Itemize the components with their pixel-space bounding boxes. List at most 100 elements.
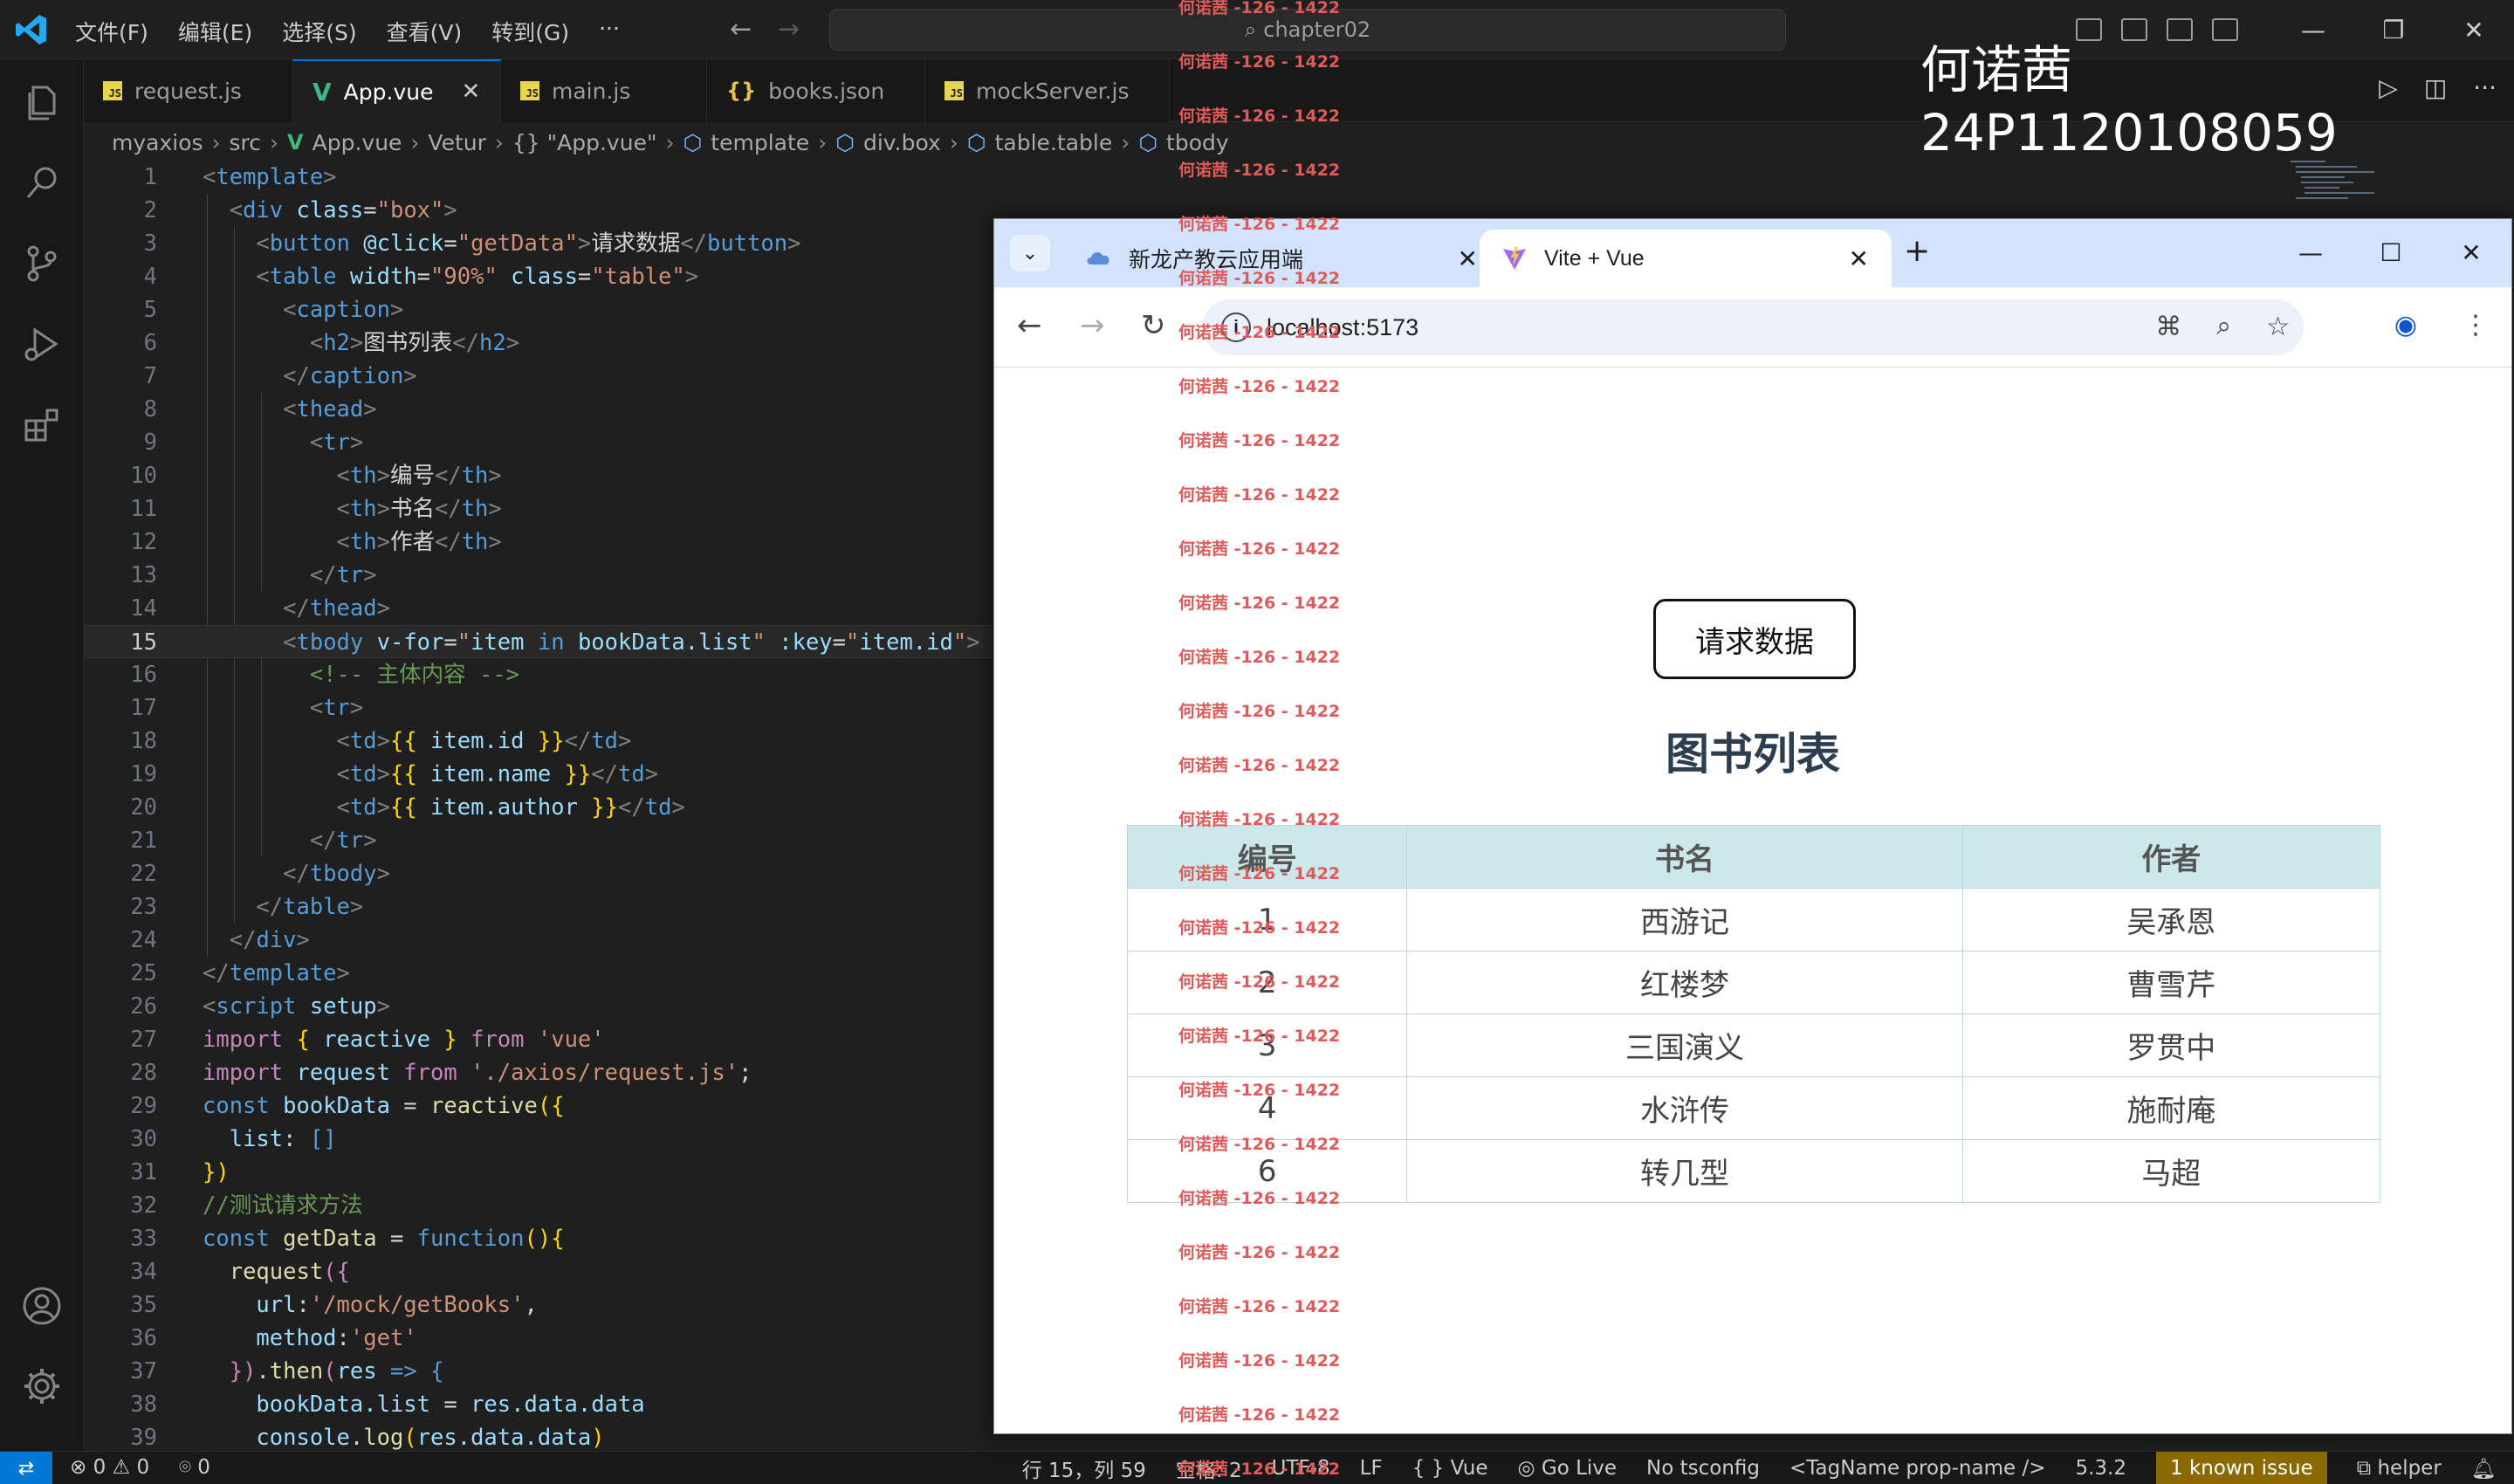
tab-app-vue[interactable]: V App.vue ✕ — [293, 59, 501, 122]
menu-more[interactable]: ··· — [599, 16, 620, 47]
tsconfig-status[interactable]: No tsconfig — [1646, 1457, 1760, 1480]
code-line[interactable]: 9 <tr> — [84, 426, 992, 459]
code-line[interactable]: 37 }).then(res => { — [84, 1355, 992, 1388]
minimap[interactable] — [2287, 157, 2392, 218]
run-debug-icon[interactable] — [21, 323, 63, 365]
version-status[interactable]: 5.3.2 — [2075, 1457, 2126, 1480]
reload-icon[interactable]: ↻ — [1141, 308, 1166, 343]
code-line[interactable]: 33 const getData = function(){ — [84, 1222, 992, 1255]
code-line[interactable]: 25 </template> — [84, 957, 992, 990]
search-view-icon[interactable] — [21, 162, 63, 204]
code-line[interactable]: 14 </thead> — [84, 592, 992, 625]
code-line[interactable]: 26 <script setup> — [84, 990, 992, 1023]
settings-gear-icon[interactable] — [21, 1365, 63, 1407]
close-tab-icon[interactable]: ✕ — [1458, 244, 1478, 273]
code-line[interactable]: 11 <th>书名</th> — [84, 492, 992, 526]
restore-button[interactable]: ❐ — [2353, 16, 2434, 45]
code-line[interactable]: 16 <!-- 主体内容 --> — [84, 658, 992, 691]
go-live-button[interactable]: ◎ Go Live — [1517, 1457, 1617, 1480]
explorer-icon[interactable] — [21, 82, 63, 124]
tagname-status[interactable]: <TagName prop-name /> — [1789, 1457, 2045, 1480]
code-line[interactable]: 18 <td>{{ item.id }}</td> — [84, 725, 992, 758]
code-line[interactable]: 21 </tr> — [84, 824, 992, 857]
translate-icon[interactable]: ⌘ — [2155, 312, 2181, 342]
browser-back-icon[interactable]: ← — [1017, 308, 1042, 343]
source-control-icon[interactable] — [21, 243, 63, 285]
tab-main-js[interactable]: JS main.js — [501, 59, 707, 122]
remote-indicator-icon[interactable]: ⇄ — [0, 1452, 52, 1484]
cursor-position[interactable]: 行 15，列 59 — [1022, 1453, 1146, 1483]
browser-close-button[interactable]: ✕ — [2431, 219, 2511, 287]
breadcrumb-item[interactable]: Vetur — [428, 130, 485, 155]
profile-avatar-icon[interactable]: ◉ — [2394, 310, 2417, 340]
code-line[interactable]: 20 <td>{{ item.author }}</td> — [84, 791, 992, 824]
code-line[interactable]: 36 method:'get' — [84, 1322, 992, 1355]
code-line[interactable]: 8 <thead> — [84, 393, 992, 426]
address-bar[interactable]: i localhost:5173 ⌘ ⌕ ☆ — [1202, 299, 2304, 355]
code-editor[interactable]: 1 <template> 2 <div class="box"> 3 <button … — [84, 161, 992, 1451]
menu-file[interactable]: 文件(F) — [75, 16, 148, 47]
browser-menu-icon[interactable]: ⋮ — [2462, 310, 2489, 340]
code-line[interactable]: 15 <tbody v-for="item in bookData.list" … — [84, 625, 992, 658]
browser-tab-active[interactable]: Vite + Vue ✕ — [1480, 230, 1892, 287]
breadcrumb-item[interactable]: tbody — [1166, 130, 1229, 155]
code-line[interactable]: 32 //测试请求方法 — [84, 1189, 992, 1222]
accounts-icon[interactable] — [21, 1285, 63, 1327]
code-line[interactable]: 35 url:'/mock/getBooks', — [84, 1288, 992, 1322]
split-editor-icon[interactable]: ◫ — [2424, 73, 2447, 102]
code-line[interactable]: 27 import { reactive } from 'vue' — [84, 1023, 992, 1056]
breadcrumb-item[interactable]: div.box — [863, 130, 941, 155]
breadcrumb-item[interactable]: myaxios — [112, 130, 203, 155]
close-tab-icon[interactable]: ✕ — [461, 79, 480, 105]
code-line[interactable]: 5 <caption> — [84, 293, 992, 326]
notifications-bell-icon[interactable]: 🔔︎ — [2471, 1457, 2497, 1481]
more-actions-icon[interactable]: ··· — [2473, 73, 2497, 102]
known-issue-badge[interactable]: 1 known issue — [2156, 1452, 2327, 1484]
code-line[interactable]: 2 <div class="box"> — [84, 194, 992, 227]
forward-arrow-icon[interactable]: → — [778, 14, 800, 45]
code-line[interactable]: 31}) — [84, 1156, 992, 1189]
breadcrumb-item[interactable]: table.table — [995, 130, 1113, 155]
back-arrow-icon[interactable]: ← — [730, 14, 752, 45]
run-file-icon[interactable]: ▷ — [2379, 73, 2398, 102]
new-tab-plus-icon[interactable]: + — [1904, 233, 1930, 269]
close-window-button[interactable]: ✕ — [2434, 16, 2514, 45]
code-line[interactable]: 39 console.log(res.data.data) — [84, 1421, 992, 1454]
code-line[interactable]: 23 </table> — [84, 890, 992, 924]
ports-indicator[interactable]: ⌾ 0 — [179, 1456, 210, 1479]
bookmark-star-icon[interactable]: ☆ — [2266, 312, 2290, 342]
problems-indicator[interactable]: ⊗ 0 ⚠ 0 — [70, 1456, 149, 1479]
browser-forward-icon[interactable]: → — [1080, 308, 1105, 343]
helper-status[interactable]: ⧉ helper — [2357, 1457, 2442, 1480]
code-line[interactable]: 1 <template> — [84, 161, 992, 194]
code-line[interactable]: 13 </tr> — [84, 559, 992, 592]
code-line[interactable]: 24 </div> — [84, 924, 992, 957]
browser-maximize-button[interactable]: ☐ — [2351, 219, 2431, 287]
code-line[interactable]: 6 <h2>图书列表</h2> — [84, 326, 992, 360]
code-line[interactable]: 19 <td>{{ item.name }}</td> — [84, 758, 992, 791]
zoom-icon[interactable]: ⌕ — [2216, 312, 2231, 342]
code-line[interactable]: 4 <table width="90%" class="table"> — [84, 260, 992, 293]
close-tab-icon[interactable]: ✕ — [1849, 244, 1869, 273]
code-line[interactable]: 30 list: [] — [84, 1123, 992, 1156]
tab-search-chevron-icon[interactable]: ⌄ — [1010, 235, 1050, 271]
code-line[interactable]: 34 request({ — [84, 1255, 992, 1288]
code-line[interactable]: 10 <th>编号</th> — [84, 459, 992, 492]
language-mode[interactable]: { } Vue — [1412, 1457, 1488, 1480]
tab-mockserver-js[interactable]: JS mockServer.js — [925, 59, 1170, 122]
code-line[interactable]: 38 bookData.list = res.data.data — [84, 1388, 992, 1421]
menu-edit[interactable]: 编辑(E) — [178, 16, 252, 47]
code-line[interactable]: 12 <th>作者</th> — [84, 526, 992, 559]
code-line[interactable]: 7 </caption> — [84, 360, 992, 393]
extensions-icon[interactable] — [21, 403, 63, 445]
menu-selection[interactable]: 选择(S) — [282, 16, 356, 47]
code-line[interactable]: 3 <button @click="getData">请求数据</button> — [84, 227, 992, 260]
code-line[interactable]: 22 </tbody> — [84, 857, 992, 890]
code-line[interactable]: 29 const bookData = reactive({ — [84, 1089, 992, 1123]
line-ending[interactable]: LF — [1360, 1457, 1383, 1480]
tab-request-js[interactable]: JS request.js — [84, 59, 293, 122]
breadcrumb-item[interactable]: template — [711, 130, 809, 155]
menu-view[interactable]: 查看(V) — [387, 16, 463, 47]
browser-minimize-button[interactable]: — — [2270, 219, 2351, 287]
menu-go[interactable]: 转到(G) — [491, 16, 569, 47]
